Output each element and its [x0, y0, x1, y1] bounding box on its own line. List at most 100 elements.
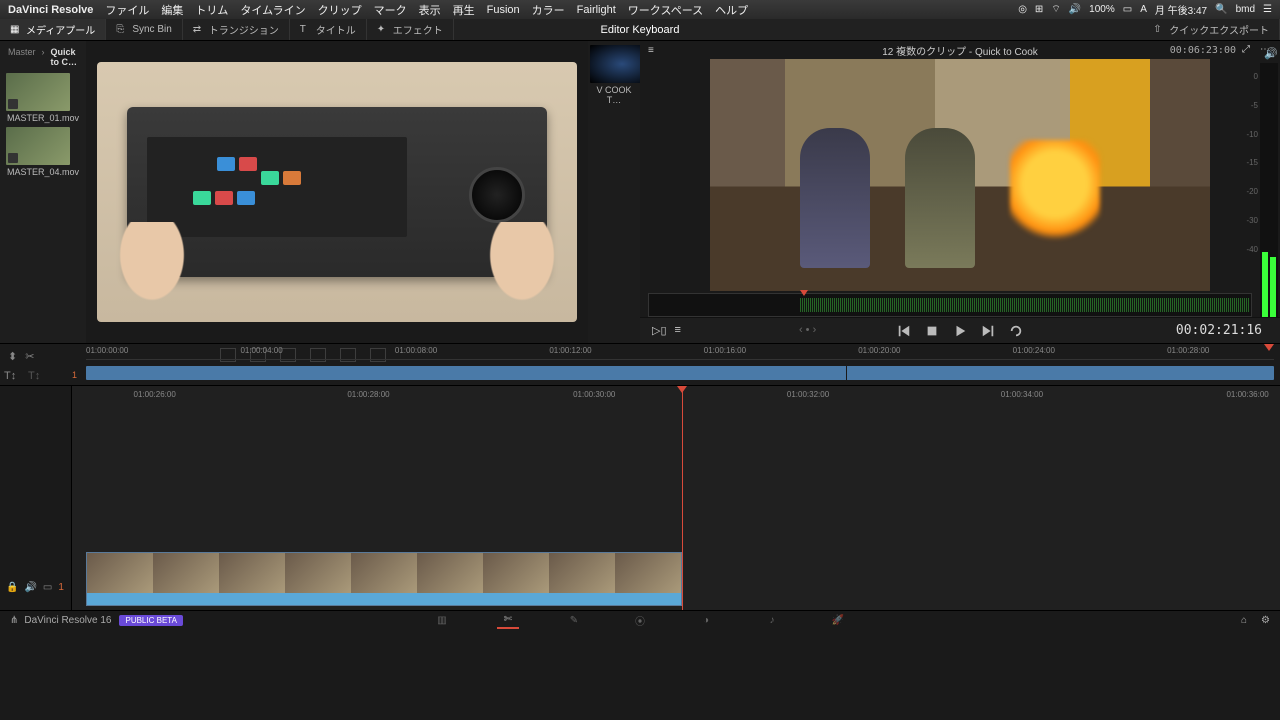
- wifi-icon[interactable]: ⌔: [1051, 3, 1060, 16]
- home-icon[interactable]: ⌂: [1241, 615, 1247, 626]
- program-monitor[interactable]: [710, 59, 1210, 291]
- jog-dial: [469, 167, 525, 223]
- clip-item[interactable]: MASTER_01.mov: [6, 73, 80, 123]
- timeline: ⟲ ● ⫘ 🔒 🔊 ▭ 1 01:00:26:00 01:00:28:00 01…: [0, 385, 1280, 610]
- clip-audio-waveform: [87, 593, 681, 605]
- overview-end-marker: [1264, 344, 1274, 351]
- program-viewer: ≡ 12 複数のクリップ - Quick to Cook 00:06:23:00…: [640, 41, 1280, 343]
- loop-button[interactable]: [1009, 324, 1023, 338]
- spotlight-icon[interactable]: 🔍: [1215, 4, 1227, 15]
- menu-mark[interactable]: マーク: [374, 2, 407, 18]
- menu-workspace[interactable]: ワークスペース: [628, 2, 703, 18]
- mute-icon[interactable]: 🔊: [1264, 47, 1278, 60]
- clip-name: V COOK T…: [590, 85, 638, 105]
- menu-timeline[interactable]: タイムライン: [240, 2, 305, 18]
- expand-icon[interactable]: ⤢: [1242, 44, 1254, 56]
- menu-help[interactable]: ヘルプ: [715, 2, 748, 18]
- app-toolbar: ▦メディアプール ⎘Sync Bin ⇄トランジション Tタイトル ✦エフェクト…: [0, 19, 1280, 41]
- track-header: 🔒 🔊 ▭ 1: [0, 386, 72, 610]
- speed-icon[interactable]: ▷▯: [652, 324, 667, 337]
- app-name[interactable]: DaVinci Resolve: [8, 4, 93, 16]
- viewer-menu-icon[interactable]: ≡: [648, 45, 654, 56]
- notification-icon[interactable]: ☰: [1263, 4, 1272, 15]
- audio-toggle-icon[interactable]: 🔊: [24, 582, 36, 593]
- page-bar: ⋔ DaVinci Resolve 16 PUBLIC BETA ▥ ✄ ✎ ⦿…: [0, 610, 1280, 630]
- viewer-title: 12 複数のクリップ - Quick to Cook: [882, 43, 1038, 58]
- settings-icon[interactable]: ⚙: [1261, 615, 1270, 626]
- tool-blade-icon[interactable]: ✂: [25, 350, 34, 363]
- overview-clip[interactable]: [86, 366, 1274, 380]
- breadcrumb-current[interactable]: Quick to C…: [51, 47, 78, 67]
- page-cut[interactable]: ✄: [497, 613, 519, 629]
- title-tab[interactable]: Tタイトル: [290, 19, 367, 40]
- transition-tab[interactable]: ⇄トランジション: [183, 19, 290, 40]
- volume-icon[interactable]: 🔊: [1069, 4, 1081, 15]
- edit-index: ⬍ ✂ 01:00:00:00 01:00:04:00 01:00:08:00 …: [0, 343, 1280, 385]
- main-upper: Master › Quick to C… MASTER_01.mov MASTE…: [0, 41, 1280, 343]
- duration-timecode: 00:06:23:00: [1170, 45, 1236, 56]
- clock: 月 午後3:47: [1155, 2, 1207, 17]
- menu-clip[interactable]: クリップ: [318, 2, 362, 18]
- menu-trim[interactable]: トリム: [195, 2, 228, 18]
- overview-ruler[interactable]: 01:00:00:00 01:00:04:00 01:00:08:00 01:0…: [86, 344, 1274, 360]
- page-fusion[interactable]: ⦿: [629, 613, 651, 629]
- breadcrumb-root[interactable]: Master: [8, 47, 36, 67]
- quick-export-button[interactable]: ⇧クイックエクスポート: [1143, 19, 1280, 40]
- input-icon[interactable]: A: [1140, 4, 1147, 15]
- bin-strip: V COOK T…: [588, 41, 640, 343]
- timeline-clip[interactable]: [86, 552, 682, 606]
- tool-arrow-icon[interactable]: ⬍: [8, 350, 17, 363]
- page-edit[interactable]: ✎: [563, 613, 585, 629]
- menu-edit[interactable]: 編集: [161, 2, 183, 18]
- scrub-bar[interactable]: [648, 293, 1252, 317]
- timeline-playhead[interactable]: [682, 386, 683, 610]
- macos-menubar: DaVinci Resolve ファイル 編集 トリム タイムライン クリップ …: [0, 0, 1280, 19]
- video-toggle-icon[interactable]: ▭: [43, 582, 52, 593]
- page-color[interactable]: ◑: [695, 613, 717, 629]
- play-button[interactable]: [953, 324, 967, 338]
- audio-icon: [8, 153, 18, 163]
- sync-bin-tab[interactable]: ⎘Sync Bin: [106, 19, 182, 40]
- menu-color[interactable]: カラー: [532, 2, 565, 18]
- audio-icon: [8, 99, 18, 109]
- logo-icon: ⋔: [10, 615, 18, 626]
- status-icon: ⊞: [1035, 4, 1043, 15]
- user-name[interactable]: bmd: [1236, 4, 1255, 15]
- menu-view[interactable]: 表示: [419, 2, 441, 18]
- scrub-playhead[interactable]: [800, 290, 808, 296]
- battery-icon: ▭: [1123, 4, 1132, 15]
- page-fairlight[interactable]: ♪: [761, 613, 783, 629]
- hand-right: [467, 222, 577, 332]
- position-timecode: 00:02:21:16: [1176, 323, 1262, 338]
- clip-name: MASTER_01.mov: [6, 113, 80, 123]
- clip-item[interactable]: V COOK T…: [590, 45, 638, 105]
- audio-meter: 0 -5 -10 -15 -20 -30 -40 🔊: [1260, 63, 1278, 333]
- menu-play[interactable]: 再生: [453, 2, 475, 18]
- page-media[interactable]: ▥: [431, 613, 453, 629]
- page-deliver[interactable]: 🚀: [827, 613, 849, 629]
- breadcrumb[interactable]: Master › Quick to C…: [4, 45, 82, 69]
- media-pool-tab[interactable]: ▦メディアプール: [0, 19, 106, 40]
- menu-fusion[interactable]: Fusion: [487, 4, 520, 16]
- clip-item[interactable]: MASTER_04.mov: [6, 127, 80, 177]
- beta-badge: PUBLIC BETA: [119, 615, 182, 626]
- menu-file[interactable]: ファイル: [105, 2, 149, 18]
- list-icon[interactable]: ≡: [675, 324, 681, 337]
- track-index: 1: [72, 370, 77, 380]
- transport-controls: ▷▯ ≡ ‹ • › 00:02:21:16: [640, 317, 1280, 343]
- status-icon: ◎: [1018, 4, 1027, 15]
- hand-left: [97, 222, 207, 332]
- media-pool-panel: Master › Quick to C… MASTER_01.mov MASTE…: [0, 41, 86, 343]
- prev-button[interactable]: [897, 324, 911, 338]
- stop-button[interactable]: [925, 324, 939, 338]
- effect-tab[interactable]: ✦エフェクト: [367, 19, 454, 40]
- lock-icon[interactable]: 🔒: [6, 582, 18, 593]
- clip-name: MASTER_04.mov: [6, 167, 80, 177]
- source-image[interactable]: [86, 41, 588, 343]
- next-button[interactable]: [981, 324, 995, 338]
- track-tool-b[interactable]: T↕: [28, 370, 40, 382]
- battery-pct: 100%: [1089, 4, 1115, 15]
- menu-fairlight[interactable]: Fairlight: [577, 4, 616, 16]
- track-tool-a[interactable]: T↕: [4, 370, 16, 382]
- nav-prev-icon[interactable]: ‹ • ›: [799, 324, 816, 337]
